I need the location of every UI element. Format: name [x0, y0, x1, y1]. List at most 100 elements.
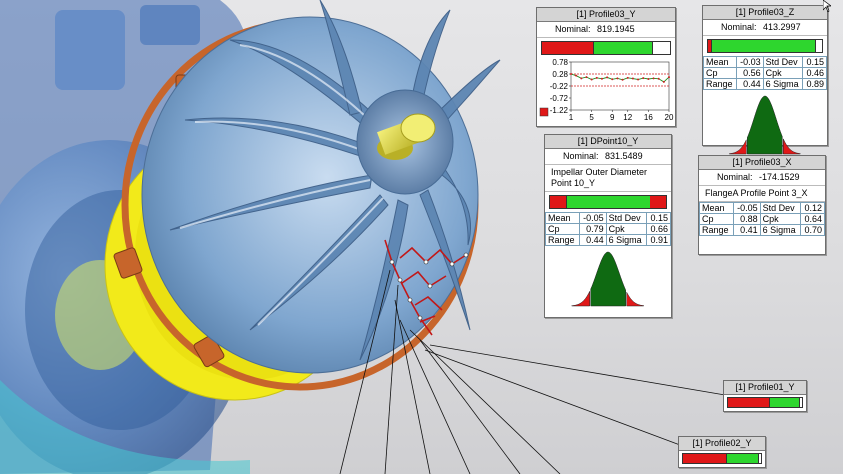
stat-label: Range: [699, 224, 734, 236]
stat-value: -0.05: [732, 202, 761, 214]
nominal-label: Nominal:: [717, 172, 753, 182]
callout-profile02-y[interactable]: [1] Profile02_Y: [678, 436, 766, 468]
stat-value: 0.44: [735, 78, 764, 90]
nominal-value: 413.2997: [763, 22, 801, 32]
x-tick-label: 16: [644, 113, 653, 122]
panel-title: [1] Profile03_Y: [537, 8, 675, 22]
bell-tail-right: [783, 138, 801, 155]
bell-curve: [729, 95, 801, 155]
stats-row: Range 0.44 6 Sigma 0.89: [703, 78, 827, 90]
x-tick-label: 9: [610, 113, 615, 122]
stat-label: Range: [545, 234, 580, 246]
callout-title: [1] Profile01_Y: [724, 381, 806, 395]
stats-row: Cp 0.79 Cpk 0.66: [545, 223, 671, 235]
bell-center: [590, 251, 626, 307]
stat-value: 0.66: [646, 223, 671, 235]
bell-center: [747, 95, 783, 155]
bell-curve: [571, 251, 644, 307]
trend-point: [580, 77, 583, 80]
trend-point: [652, 77, 655, 80]
stat-value: 0.79: [578, 223, 607, 235]
stat-label: Mean: [545, 212, 580, 224]
stats-table: Mean -0.05 Std Dev 0.12 Cp 0.88 Cpk 0.64 Range 0.…: [699, 202, 825, 236]
panel-dpoint10-y[interactable]: [1] DPoint10_Y Nominal: 831.5489 Impella…: [544, 134, 672, 318]
trend-point: [662, 80, 665, 83]
trend-point: [616, 77, 619, 80]
stat-label: 6 Sigma: [759, 224, 802, 236]
trend-point: [575, 74, 578, 77]
stat-label: Cpk: [605, 223, 648, 235]
y-tick-label: -0.72: [550, 94, 569, 103]
tolerance-bar: [707, 39, 823, 53]
stat-label: 6 Sigma: [605, 234, 648, 246]
stat-value: 0.46: [802, 67, 827, 79]
callout-profile01-y[interactable]: [1] Profile01_Y: [723, 380, 807, 412]
panel-title: [1] Profile03_X: [699, 156, 825, 170]
stat-value: 0.15: [802, 56, 827, 68]
bar-in-tolerance: [768, 398, 801, 407]
x-tick-label: 1: [569, 113, 574, 122]
nominal-label: Nominal:: [721, 22, 757, 32]
bar-in-tolerance: [593, 42, 653, 54]
panel-profile03-x[interactable]: [1] Profile03_X Nominal: -174.1529 Flang…: [698, 155, 826, 255]
bar-out-of-tolerance: [542, 42, 594, 54]
point-description: FlangeA Profile Point 3_X: [699, 186, 825, 202]
tolerance-bar: [541, 41, 671, 55]
nominal-row: Nominal: 819.1945: [537, 22, 675, 38]
nominal-value: 831.5489: [605, 151, 643, 161]
trend-point: [611, 78, 614, 81]
trend-point: [642, 77, 645, 80]
bell-tail-right: [626, 292, 644, 307]
panel-profile03-z[interactable]: [1] Profile03_Z Nominal: 413.2997 Mean -0…: [702, 5, 828, 155]
trend-point: [590, 78, 593, 81]
stats-table: Mean -0.05 Std Dev 0.15 Cp 0.79 Cpk 0.66 Range 0.…: [545, 212, 671, 246]
trend-point: [600, 77, 603, 80]
bar-out-of-tolerance: [683, 454, 726, 463]
out-of-tolerance-indicator: [539, 107, 549, 117]
callout-title: [1] Profile02_Y: [679, 437, 765, 451]
stat-label: Std Dev: [605, 212, 648, 224]
trend-point: [570, 73, 572, 75]
nominal-row: Nominal: 831.5489: [545, 149, 671, 165]
bar-in-tolerance: [711, 40, 816, 52]
bar-out-of-tolerance: [649, 196, 666, 208]
point-description: Impellar Outer Diameter Point 10_Y: [545, 165, 671, 192]
panel-title: [1] DPoint10_Y: [545, 135, 671, 149]
trend-point: [631, 77, 634, 80]
stat-label: Mean: [699, 202, 734, 214]
trend-point: [626, 76, 629, 79]
trend-point: [585, 76, 588, 79]
stat-label: Mean: [703, 56, 737, 68]
stats-row: Cp 0.56 Cpk 0.46: [703, 67, 827, 79]
stats-row: Range 0.44 6 Sigma 0.91: [545, 234, 671, 246]
stat-value: -0.05: [578, 212, 607, 224]
y-tick-label: -0.22: [550, 82, 569, 91]
stats-row: Range 0.41 6 Sigma 0.70: [699, 224, 825, 236]
stat-label: Std Dev: [759, 202, 802, 214]
stat-label: Cp: [699, 213, 734, 225]
stat-label: 6 Sigma: [762, 78, 804, 90]
panel-profile03-y[interactable]: [1] Profile03_Y Nominal: 819.1945 0.78 0.…: [536, 7, 676, 127]
trend-chart: 0.78 0.28 -0.22 -0.72 -1.221 5 9 12 16 20: [539, 58, 674, 122]
stats-row: Mean -0.03 Std Dev 0.15: [703, 56, 827, 68]
stats-row: Mean -0.05 Std Dev 0.15: [545, 212, 671, 224]
trend-point: [595, 76, 598, 79]
bell-tail-left: [729, 139, 747, 155]
stat-value: 0.91: [646, 234, 671, 246]
nominal-label: Nominal:: [563, 151, 599, 161]
stat-label: Cp: [703, 67, 737, 79]
trend-point: [637, 78, 640, 81]
stat-value: 0.15: [646, 212, 671, 224]
x-tick-label: 20: [665, 113, 674, 122]
tolerance-bar: [682, 453, 762, 464]
nominal-value: 819.1945: [597, 24, 635, 34]
panel-title: [1] Profile03_Z: [703, 6, 827, 20]
trend-point: [657, 77, 660, 80]
trend-point: [668, 76, 670, 79]
trend-point: [647, 78, 650, 81]
stat-label: Cp: [545, 223, 580, 235]
stat-value: 0.41: [732, 224, 761, 236]
bar-out-of-tolerance: [728, 398, 769, 407]
stat-value: 0.64: [800, 213, 825, 225]
stat-value: 0.12: [800, 202, 825, 214]
